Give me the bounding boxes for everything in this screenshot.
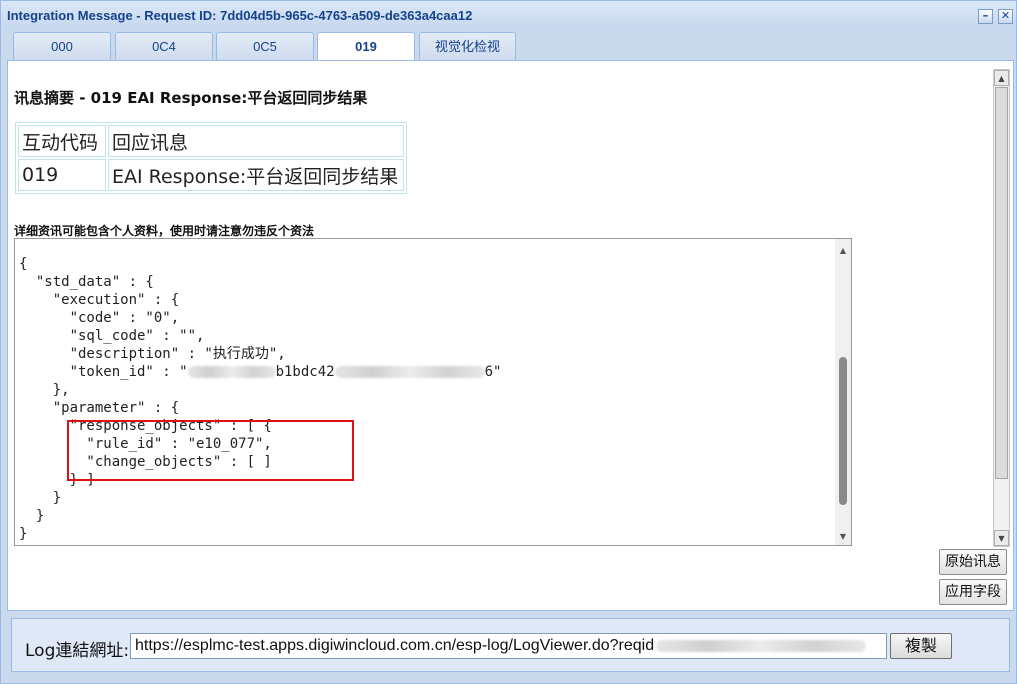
table-cell: 回应讯息	[108, 125, 404, 157]
log-link-label: Log連結網址:	[25, 641, 130, 661]
redacted-mask	[187, 366, 276, 378]
integration-message-window: Integration Message - Request ID: 7dd04d…	[0, 0, 1017, 684]
raw-message-button[interactable]: 原始讯息	[939, 549, 1007, 575]
json-textarea[interactable]: { "std_data" : { "execution" : { "code" …	[14, 238, 852, 546]
apply-fields-button[interactable]: 应用字段	[939, 579, 1007, 605]
redacted-mask	[334, 366, 485, 378]
highlight-box	[67, 420, 354, 481]
log-url-field[interactable]: https://esplmc-test.apps.digiwincloud.co…	[130, 633, 887, 659]
table-cell: 互动代码	[18, 125, 106, 157]
redacted-mask	[656, 639, 867, 652]
copy-button[interactable]: 複製	[890, 633, 952, 659]
message-panel: 讯息摘要 - 019 EAI Response:平台返回同步结果 互动代码 回应…	[7, 60, 1014, 611]
scroll-down-icon[interactable]: ▼	[835, 529, 851, 545]
json-content: { "std_data" : { "execution" : { "code" …	[19, 256, 502, 542]
minimize-icon[interactable]: –	[978, 9, 993, 24]
table-row: 019 EAI Response:平台返回同步结果	[18, 159, 404, 191]
privacy-warning: 详细资讯可能包含个人资料，使用时请注意勿违反个资法	[14, 224, 315, 238]
scroll-up-icon[interactable]: ▲	[994, 70, 1009, 86]
tab-visualization[interactable]: 视觉化检视	[419, 32, 516, 60]
scroll-up-icon[interactable]: ▲	[835, 243, 851, 259]
log-link-bar: Log連結網址: https://esplmc-test.apps.digiwi…	[11, 618, 1010, 672]
table-row: 互动代码 回应讯息	[18, 125, 404, 157]
tab-000[interactable]: 000	[13, 32, 111, 60]
tab-0c5[interactable]: 0C5	[216, 32, 314, 60]
summary-table: 互动代码 回应讯息 019 EAI Response:平台返回同步结果	[15, 122, 407, 194]
window-title: Integration Message - Request ID: 7dd04d…	[7, 8, 473, 23]
summary-title: 讯息摘要 - 019 EAI Response:平台返回同步结果	[14, 89, 368, 107]
table-cell: 019	[18, 159, 106, 191]
close-icon[interactable]: ✕	[998, 9, 1013, 24]
scroll-thumb[interactable]	[839, 357, 847, 505]
code-scrollbar[interactable]: ▲ ▼	[835, 239, 851, 545]
title-bar[interactable]: Integration Message - Request ID: 7dd04d…	[1, 1, 1016, 31]
tab-019[interactable]: 019	[317, 32, 415, 61]
panel-scrollbar[interactable]: ▲ ▼	[993, 69, 1010, 547]
tab-0c4[interactable]: 0C4	[115, 32, 213, 60]
table-cell: EAI Response:平台返回同步结果	[108, 159, 404, 191]
scroll-thumb[interactable]	[995, 87, 1008, 479]
scroll-down-icon[interactable]: ▼	[994, 530, 1009, 546]
